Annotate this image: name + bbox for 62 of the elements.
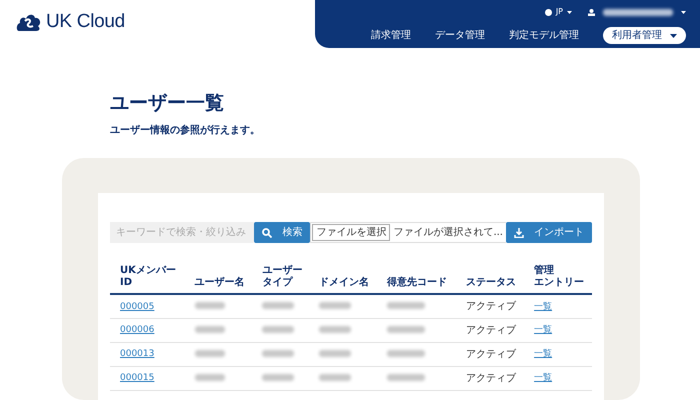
entry-list-link[interactable]: 一覧	[534, 373, 552, 384]
file-input[interactable]: ファイルを選択 ファイルが選択されて...	[310, 222, 506, 243]
user-icon	[588, 8, 595, 16]
member-id-link[interactable]: 000015	[120, 373, 154, 384]
redacted-text	[319, 350, 352, 356]
member-id-link[interactable]: 000005	[120, 302, 154, 312]
member-id-link[interactable]: 000013	[120, 349, 154, 360]
column-header: ユーザー	[262, 265, 304, 276]
column-header: UKメンバー	[120, 265, 177, 277]
redacted-text	[386, 302, 425, 309]
column-header: ステータス	[466, 277, 518, 289]
redacted-text	[262, 302, 294, 309]
redacted-text	[262, 374, 294, 380]
status-cell: アクティブ	[456, 366, 524, 390]
redacted-text	[319, 302, 352, 309]
status-cell: アクティブ	[456, 294, 524, 318]
status-cell: アクティブ	[456, 318, 524, 342]
column-header: ドメイン名	[319, 277, 370, 289]
entry-list-link[interactable]: 一覧	[534, 349, 552, 360]
redacted-text	[194, 374, 225, 380]
caret-icon	[670, 34, 677, 38]
caret-icon	[567, 10, 572, 14]
nav-link[interactable]: 判定モデル管理	[509, 28, 579, 43]
redacted-text	[194, 326, 225, 332]
redacted-text	[262, 326, 294, 332]
column-header: 管理	[534, 265, 556, 277]
caret-icon	[681, 10, 686, 14]
logo-text: UK Cloud	[46, 10, 125, 34]
entry-list-link[interactable]: 一覧	[534, 325, 552, 336]
file-status: ファイルが選択されて...	[392, 226, 504, 240]
page-title: ユーザー一覧	[110, 92, 225, 115]
column-header: ID	[120, 277, 134, 289]
search-icon	[262, 228, 272, 238]
search-field[interactable]: キーワードで検索・絞り込み	[110, 222, 254, 243]
member-id-link[interactable]: 000006	[120, 325, 154, 336]
cloud-logo-icon	[16, 12, 42, 32]
redacted-username	[603, 8, 673, 16]
column-header: ユーザー名	[194, 277, 246, 289]
redacted-text	[194, 350, 225, 356]
redacted-text	[386, 350, 425, 356]
redacted-text	[386, 374, 425, 380]
redacted-text	[319, 374, 352, 380]
column-header: エントリー	[534, 277, 586, 289]
entry-list-link[interactable]: 一覧	[534, 302, 552, 312]
language-selector[interactable]: JP	[544, 6, 572, 18]
user-menu[interactable]	[588, 8, 686, 16]
globe-icon	[544, 8, 552, 16]
redacted-text	[319, 326, 352, 332]
nav-link[interactable]: データ管理	[435, 28, 485, 43]
search-button[interactable]: 検索	[254, 222, 310, 243]
redacted-text	[194, 302, 225, 309]
user-management-dropdown[interactable]: 利用者管理	[603, 27, 686, 44]
choose-file-button[interactable]: ファイルを選択	[312, 224, 390, 241]
redacted-text	[386, 326, 425, 332]
column-header: 得意先コード	[386, 277, 448, 289]
column-header: タイプ	[262, 277, 294, 289]
download-icon	[514, 228, 524, 238]
page-subtitle: ユーザー情報の参照が行えます。	[110, 124, 261, 138]
nav-link[interactable]: 請求管理	[371, 28, 411, 43]
status-cell: アクティブ	[456, 342, 524, 366]
redacted-text	[262, 350, 294, 356]
import-button[interactable]: インポート	[506, 222, 592, 243]
